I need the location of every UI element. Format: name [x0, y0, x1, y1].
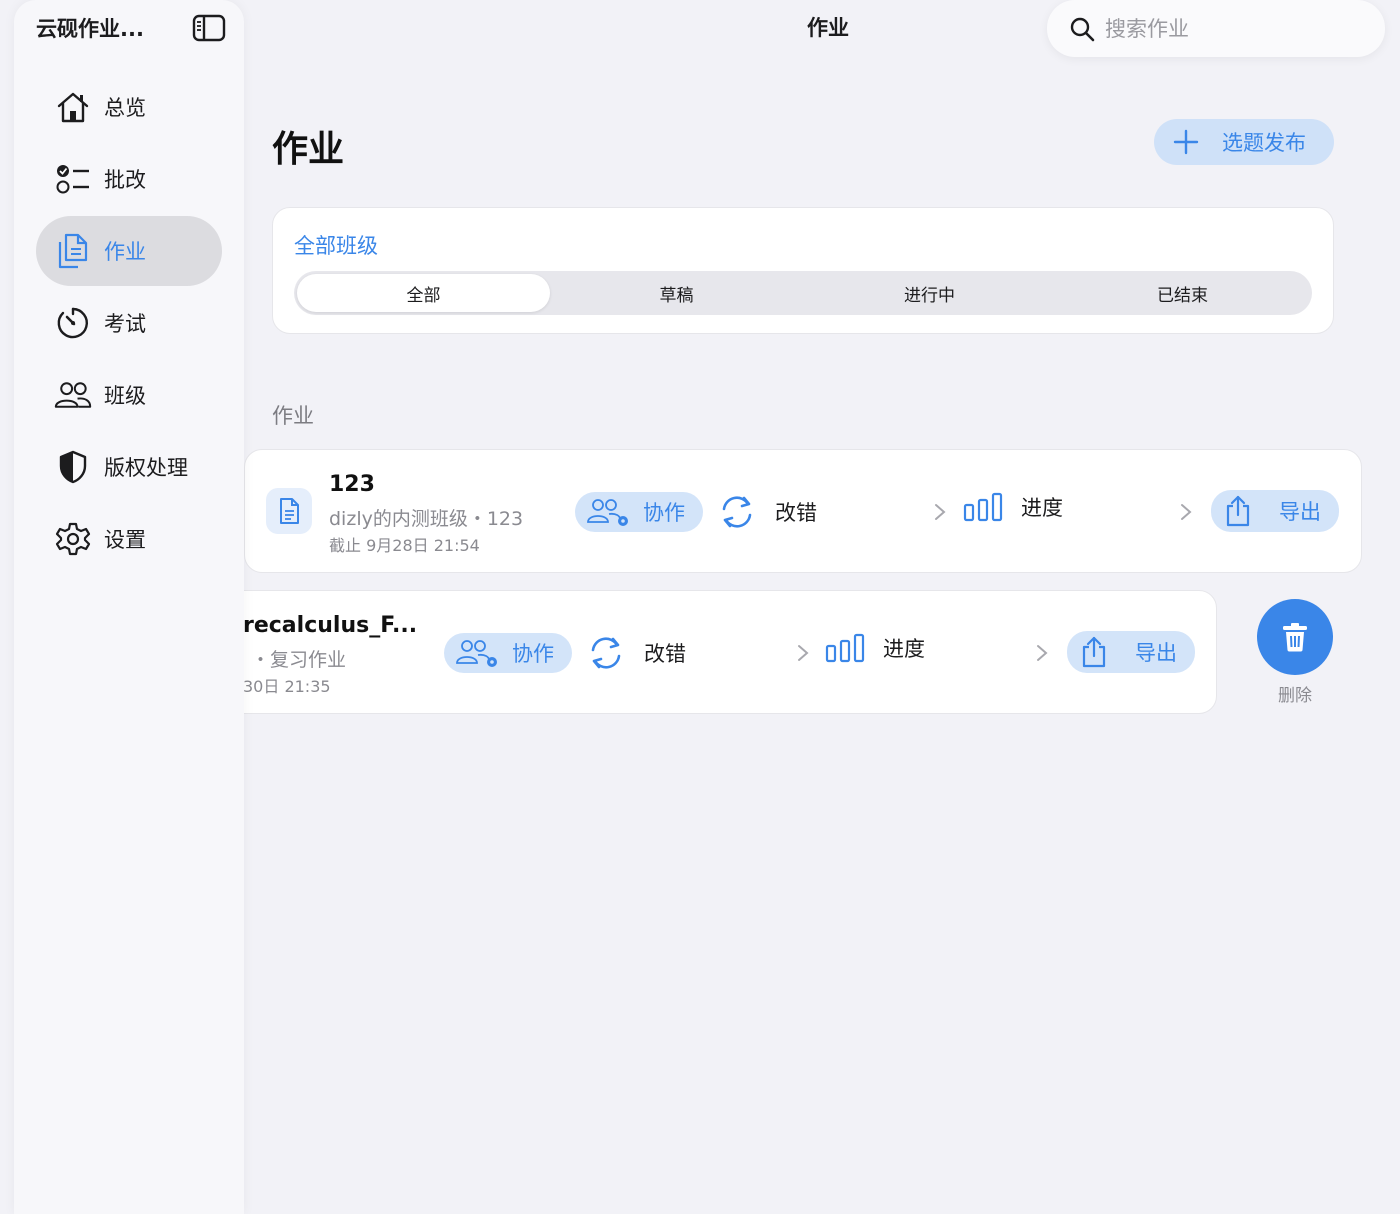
collab-button[interactable]: 协作: [575, 492, 703, 532]
document-icon: [266, 488, 312, 534]
export-button[interactable]: 导出: [1211, 490, 1339, 532]
homework-due: 截止 9月28日 21:54: [329, 536, 480, 555]
segment-ended[interactable]: 已结束: [1056, 274, 1309, 312]
sidebar-item-homework[interactable]: 作业: [36, 216, 222, 286]
refresh-icon: [591, 637, 621, 669]
section-header: 作业: [272, 404, 314, 428]
people-icon: [54, 376, 92, 414]
gear-icon: [54, 520, 92, 558]
sidebar-nav: 总览 批改 作业 考试 班级 版权处理 设置: [36, 72, 222, 576]
homework-row[interactable]: recalculus_F... ・复习作业 30日 21:35 协作 改错 进度…: [100, 590, 1217, 714]
bar-chart-icon: [825, 633, 865, 663]
sidebar-item-label: 版权处理: [104, 456, 188, 480]
chevron-right-icon: [1037, 645, 1048, 661]
export-button[interactable]: 导出: [1067, 631, 1195, 673]
correct-label: 改错: [775, 501, 817, 525]
progress-button[interactable]: 进度: [825, 633, 925, 663]
segment-in-progress[interactable]: 进行中: [803, 274, 1056, 312]
navbar-title: 作业: [807, 16, 849, 40]
publish-button-label: 选题发布: [1222, 131, 1306, 155]
sidebar: 云砚作业... 总览 批改 作业 考试 班级 版权处理 设置: [14, 0, 244, 1214]
sidebar-item-grading[interactable]: 批改: [36, 144, 222, 214]
homework-row[interactable]: 123 dizly的内测班级・123 截止 9月28日 21:54 协作 改错 …: [244, 449, 1362, 573]
collab-label: 协作: [512, 642, 554, 666]
progress-button[interactable]: 进度: [963, 492, 1063, 522]
sidebar-item-label: 总览: [104, 96, 146, 120]
sidebar-item-copyright[interactable]: 版权处理: [36, 432, 222, 502]
checklist-icon: [54, 160, 92, 198]
app-root: 云砚作业... 总览 批改 作业 考试 班级 版权处理 设置 作业 搜索作业 作…: [0, 0, 1400, 1214]
sidebar-item-label: 作业: [104, 240, 146, 264]
refresh-icon: [722, 496, 752, 528]
sidebar-item-exams[interactable]: 考试: [36, 288, 222, 358]
status-segmented-control: 全部 草稿 进行中 已结束: [294, 271, 1312, 315]
sidebar-item-label: 批改: [104, 168, 146, 192]
chevron-right-icon: [935, 504, 946, 520]
correct-label: 改错: [644, 642, 686, 666]
sidebar-item-overview[interactable]: 总览: [36, 72, 222, 142]
sidebar-item-label: 班级: [104, 384, 146, 408]
page-title: 作业: [272, 129, 345, 170]
share-icon: [1082, 636, 1106, 668]
collab-label: 协作: [643, 501, 685, 525]
sidebar-toggle-icon[interactable]: [192, 14, 226, 42]
export-label: 导出: [1135, 641, 1177, 665]
search-icon: [1070, 17, 1095, 41]
homework-subtitle: ・复习作业: [251, 649, 347, 671]
sidebar-item-settings[interactable]: 设置: [36, 504, 222, 574]
people-gear-icon: [587, 499, 628, 526]
collab-button[interactable]: 协作: [444, 633, 572, 673]
homework-title: recalculus_F...: [243, 613, 418, 638]
homework-subtitle: dizly的内测班级・123: [329, 508, 524, 530]
segment-all[interactable]: 全部: [297, 274, 550, 312]
bar-chart-icon: [963, 492, 1003, 522]
timer-icon: [54, 304, 92, 342]
share-icon: [1226, 495, 1250, 527]
app-title: 云砚作业...: [36, 17, 144, 41]
progress-label: 进度: [1021, 496, 1063, 520]
homework-title: 123: [329, 472, 375, 497]
search-bar[interactable]: [1047, 0, 1385, 57]
sidebar-item-classes[interactable]: 班级: [36, 360, 222, 430]
trash-icon: [1283, 623, 1307, 652]
chevron-right-icon: [798, 645, 809, 661]
correct-button[interactable]: 改错: [586, 633, 686, 673]
segment-draft[interactable]: 草稿: [550, 274, 803, 312]
people-gear-icon: [456, 640, 497, 667]
plus-icon: [1173, 129, 1199, 155]
correct-button[interactable]: 改错: [717, 492, 817, 532]
delete-label: 删除: [1278, 686, 1312, 706]
sidebar-item-label: 设置: [104, 528, 146, 552]
homework-due: 30日 21:35: [243, 677, 331, 696]
sidebar-header: 云砚作业...: [36, 12, 226, 44]
shield-icon: [54, 448, 92, 486]
class-filter-link[interactable]: 全部班级: [294, 230, 378, 260]
search-input[interactable]: [1105, 16, 1345, 41]
sidebar-item-label: 考试: [104, 312, 146, 336]
export-label: 导出: [1279, 500, 1321, 524]
documents-icon: [54, 232, 92, 270]
publish-button[interactable]: 选题发布: [1154, 119, 1334, 165]
chevron-right-icon: [1181, 504, 1192, 520]
progress-label: 进度: [883, 637, 925, 661]
house-icon: [54, 88, 92, 126]
filter-card: 全部班级 全部 草稿 进行中 已结束: [272, 207, 1334, 334]
delete-button[interactable]: [1257, 599, 1333, 675]
